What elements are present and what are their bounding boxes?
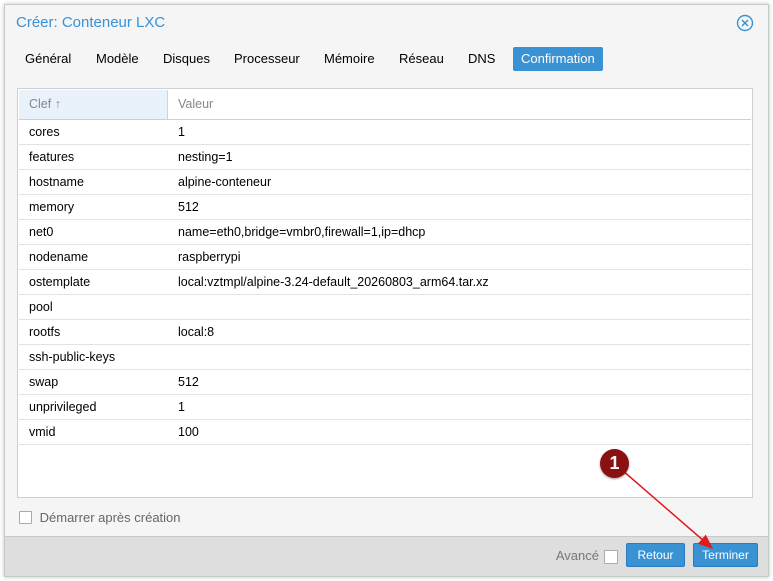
annotation-marker: 1 xyxy=(600,449,629,478)
annotation-arrow xyxy=(621,469,714,549)
